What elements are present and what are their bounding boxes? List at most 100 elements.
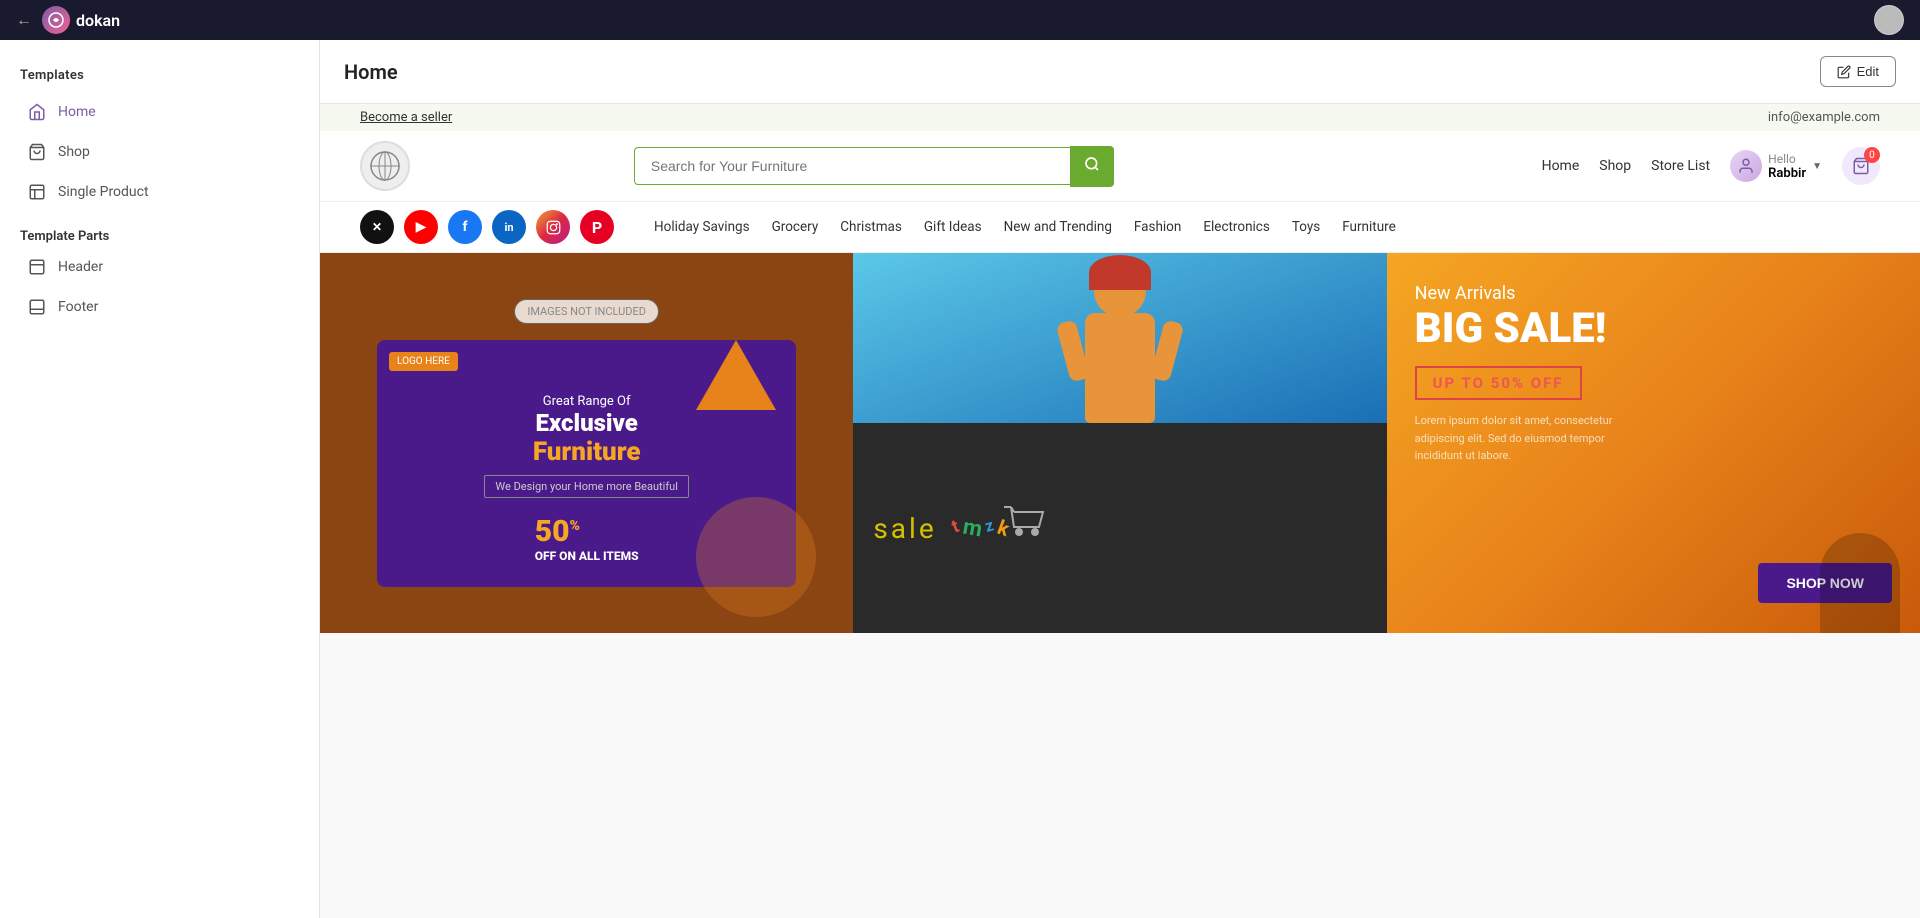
sidebar-home-label: Home (58, 104, 96, 120)
banner-double: sale t m z k (853, 253, 1386, 633)
cat-new-trending[interactable]: New and Trending (1004, 215, 1112, 239)
banner1-inner: IMAGES NOT INCLUDED LOGO HERE Great Rang… (320, 253, 853, 633)
social-x-icon[interactable]: ✕ (360, 210, 394, 244)
nav-store-list[interactable]: Store List (1651, 158, 1710, 174)
user-avatar[interactable] (1874, 5, 1904, 35)
search-icon (1084, 156, 1100, 172)
chevron-down-icon: ▼ (1812, 161, 1822, 172)
person-silhouette (1820, 533, 1900, 633)
sidebar-footer-label: Footer (58, 299, 98, 315)
discount-percent: 50% (535, 514, 580, 549)
sidebar-shop-label: Shop (58, 144, 90, 160)
social-icons: ✕ ▶ f in P (360, 210, 614, 244)
search-input[interactable] (634, 147, 1070, 185)
banner1-discount: 50% OFF ON ALL ITEMS (535, 514, 639, 563)
banner1-tagline: We Design your Home more Beautiful (484, 475, 688, 498)
sale-letters-deco: t m z k (953, 516, 1009, 541)
sidebar-item-shop[interactable]: Shop (8, 133, 311, 171)
banner-big-sale: New Arrivals BIG SALE! UP TO 50% OFF Lor… (1387, 253, 1920, 633)
user-icon (1730, 150, 1762, 182)
banner3-description: Lorem ipsum dolor sit amet, consectetur … (1415, 412, 1615, 465)
banner-sale-toys: sale t m z k (853, 423, 1386, 633)
sidebar-item-header[interactable]: Header (8, 248, 311, 286)
circle-decoration (696, 497, 816, 617)
cart-button[interactable]: 0 (1842, 147, 1880, 185)
back-button[interactable]: ← (16, 10, 32, 30)
social-pinterest-icon[interactable]: P (580, 210, 614, 244)
banner1-range-text: Great Range Of (533, 394, 641, 409)
sidebar-single-product-label: Single Product (58, 184, 149, 200)
banner-section: IMAGES NOT INCLUDED LOGO HERE Great Rang… (320, 253, 1920, 633)
store-nav-links: Home Shop Store List (1542, 158, 1711, 174)
page-title: Home (344, 60, 398, 84)
main-content: Home Edit Become a seller info@example.c… (320, 40, 1920, 918)
logo-placeholder: LOGO HERE (389, 352, 458, 371)
store-topbar: Become a seller info@example.com (320, 104, 1920, 131)
cat-grocery[interactable]: Grocery (772, 215, 819, 239)
template-parts-section-title: Template Parts (20, 229, 299, 244)
home-icon (28, 103, 46, 121)
cat-toys[interactable]: Toys (1292, 215, 1320, 239)
social-linkedin-icon[interactable]: in (492, 210, 526, 244)
category-links: Holiday Savings Grocery Christmas Gift I… (654, 215, 1396, 239)
logo-text: dokan (76, 11, 120, 30)
user-greeting-block: Hello Rabbir (1768, 152, 1806, 181)
sidebar: Templates Home Shop Single Product (0, 40, 320, 918)
girl-figure-container (1050, 253, 1190, 423)
cat-electronics[interactable]: Electronics (1203, 215, 1270, 239)
store-user[interactable]: Hello Rabbir ▼ (1730, 150, 1822, 182)
header-icon (28, 258, 46, 276)
girl-body (1085, 313, 1155, 423)
banner1-exclusive-text: Exclusive (533, 409, 641, 437)
preview-container: Become a seller info@example.com (320, 104, 1920, 633)
cat-furniture[interactable]: Furniture (1342, 215, 1396, 239)
cat-holiday-savings[interactable]: Holiday Savings (654, 215, 750, 239)
images-not-included-label: IMAGES NOT INCLUDED (514, 299, 659, 324)
top-bar-left: ← dokan (16, 6, 120, 34)
cat-fashion[interactable]: Fashion (1134, 215, 1181, 239)
banner1-title: Great Range Of Exclusive Furniture (533, 394, 641, 467)
store-navbar: Home Shop Store List Hello Rabbir ▼ (320, 131, 1920, 202)
store-logo (360, 141, 410, 191)
banner3-subtitle: New Arrivals (1415, 283, 1892, 304)
social-youtube-icon[interactable]: ▶ (404, 210, 438, 244)
banner1-furniture-text: Furniture (533, 437, 641, 467)
sale-text: sale (873, 512, 936, 545)
store-email: info@example.com (1768, 110, 1880, 125)
edit-button[interactable]: Edit (1820, 56, 1896, 87)
store-search (634, 146, 1114, 187)
social-instagram-icon[interactable] (536, 210, 570, 244)
social-facebook-icon[interactable]: f (448, 210, 482, 244)
mini-cart-deco (999, 502, 1049, 551)
search-button[interactable] (1070, 146, 1114, 187)
edit-icon (1837, 65, 1851, 79)
categories-bar: ✕ ▶ f in P Holiday Savings Grocery Chris… (320, 202, 1920, 253)
become-seller-link[interactable]: Become a seller (360, 110, 452, 125)
cat-christmas[interactable]: Christmas (840, 215, 902, 239)
banner-furniture: IMAGES NOT INCLUDED LOGO HERE Great Rang… (320, 253, 853, 633)
sidebar-item-single-product[interactable]: Single Product (8, 173, 311, 211)
cat-gift-ideas[interactable]: Gift Ideas (924, 215, 982, 239)
logo-icon (42, 6, 70, 34)
user-name: Rabbir (1768, 166, 1806, 181)
app-logo: dokan (42, 6, 120, 34)
nav-shop[interactable]: Shop (1599, 158, 1631, 174)
single-product-icon (28, 183, 46, 201)
cart-badge: 0 (1864, 147, 1880, 163)
shop-icon (28, 143, 46, 161)
edit-label: Edit (1857, 64, 1879, 79)
sidebar-item-footer[interactable]: Footer (8, 288, 311, 326)
top-bar: ← dokan (0, 0, 1920, 40)
nav-home[interactable]: Home (1542, 158, 1580, 174)
sidebar-item-home[interactable]: Home (8, 93, 311, 131)
discount-suffix: OFF ON ALL ITEMS (535, 549, 639, 563)
footer-icon (28, 298, 46, 316)
dokan-logo-svg (48, 12, 64, 28)
templates-section-title: Templates (0, 60, 319, 91)
user-greeting: Hello (1768, 152, 1806, 166)
banner-shopping-girl (853, 253, 1386, 423)
banner3-title: BIG SALE! (1415, 308, 1892, 350)
girl-head (1094, 265, 1146, 317)
triangle-deco (696, 340, 776, 410)
page-header: Home Edit (320, 40, 1920, 104)
